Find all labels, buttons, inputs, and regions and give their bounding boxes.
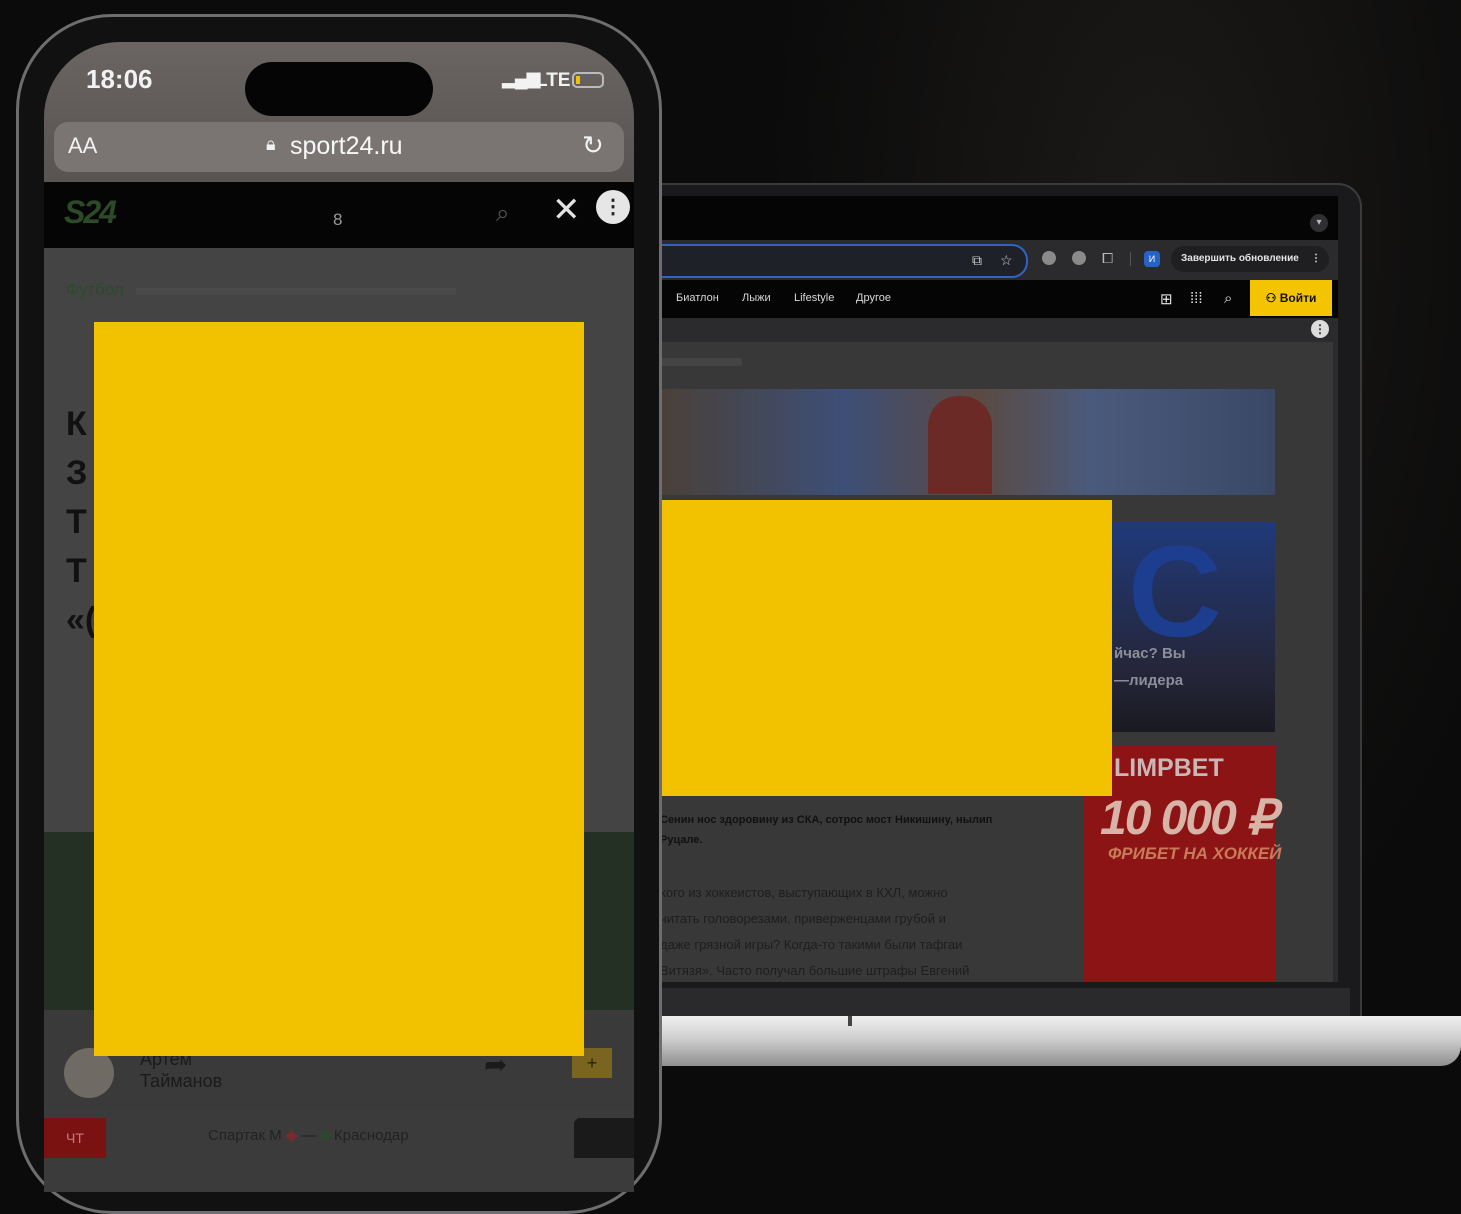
battery-icon bbox=[572, 72, 604, 88]
team-crest-icon: ■ bbox=[320, 1127, 330, 1144]
ad-amount: 10 000 ₽ bbox=[1100, 792, 1277, 845]
install-app-icon[interactable]: ⧉ bbox=[972, 252, 982, 269]
site-logo[interactable]: S24 bbox=[64, 194, 117, 231]
address-bar[interactable]: ⧉ ☆ bbox=[628, 244, 1028, 278]
reload-icon[interactable]: ↻ bbox=[582, 130, 604, 161]
notification-counter: 8 bbox=[333, 210, 343, 229]
nav-item-biathlon[interactable]: Биатлон bbox=[676, 292, 719, 304]
day-badge: ЧТ bbox=[44, 1118, 106, 1158]
body-line: даже грязной игры? Когда-то такими были … bbox=[660, 937, 963, 952]
headline-line: К bbox=[66, 405, 87, 443]
ad-brand: LIMPBET bbox=[1114, 754, 1224, 782]
nav-item-skiing[interactable]: Лыжи bbox=[742, 292, 771, 304]
site-nav: Биатлон Лыжи Lifestyle Другое ⊞ ⁞⁞⁞ ⌕ bbox=[628, 280, 1338, 318]
status-bar: 18:06 ▂▄▆ LTE AA 🔒︎ sport24.ru ↻ bbox=[44, 42, 634, 182]
headline-line: «( bbox=[66, 601, 97, 639]
nav-item-other[interactable]: Другое bbox=[856, 292, 891, 304]
signal-icon: ▂▄▆ bbox=[502, 68, 540, 88]
site-header: S24 8 ⌕ ✕ bbox=[44, 182, 634, 248]
body-line: Витязя». Часто получал большие штрафы Ев… bbox=[660, 963, 970, 978]
apps-grid-icon[interactable]: ⁞⁞⁞ bbox=[1190, 290, 1203, 307]
article-body: кого из хоккеистов, выступающих в КХЛ, м… bbox=[660, 880, 1070, 982]
lead-line: Сенин нос здоровину из СКА, сотрос мост … bbox=[660, 814, 993, 826]
redaction-block bbox=[660, 500, 1112, 796]
status-time: 18:06 bbox=[86, 64, 153, 94]
extension-icon[interactable] bbox=[1042, 251, 1056, 265]
nav-item-lifestyle[interactable]: Lifestyle bbox=[794, 292, 834, 304]
overlay-menu-icon[interactable]: ⋮ bbox=[596, 190, 630, 224]
body-line: кого из хоккеистов, выступающих в КХЛ, м… bbox=[660, 885, 948, 900]
extension-icon-2[interactable] bbox=[1072, 251, 1086, 265]
laptop-hinge-notch bbox=[848, 1016, 852, 1026]
browser-menu-icon[interactable]: ⋮ bbox=[1311, 246, 1321, 272]
extensions-puzzle-icon[interactable]: ⧠ bbox=[1102, 251, 1116, 265]
lead-line: Руцале. bbox=[660, 834, 703, 846]
ad-subtitle: ФРИБЕТ НА ХОККЕЙ bbox=[1108, 844, 1282, 863]
away-team: Краснодар bbox=[333, 1127, 409, 1144]
author-last-name: Тайманов bbox=[140, 1071, 223, 1091]
laptop-screen: ▾ ⧉ ☆ ⧠ И Завершить обновление ⋮ Биатлон… bbox=[628, 196, 1338, 982]
toolbar-divider bbox=[1130, 252, 1131, 266]
login-button[interactable]: ⚇ Войти bbox=[1250, 280, 1332, 316]
redaction-block bbox=[94, 322, 584, 1056]
close-icon[interactable]: ✕ bbox=[552, 190, 581, 230]
user-icon: ⚇ bbox=[1265, 291, 1277, 305]
article-headline: К З Т Т «( bbox=[66, 400, 96, 645]
lock-icon: 🔒︎ bbox=[266, 134, 276, 154]
search-icon[interactable]: ⌕ bbox=[1224, 290, 1232, 307]
url-bar[interactable]: AA 🔒︎ sport24.ru ↻ bbox=[54, 122, 624, 172]
headline-line: Т bbox=[66, 552, 87, 590]
url-text[interactable]: sport24.ru bbox=[290, 132, 403, 161]
hero-player-figure bbox=[928, 396, 992, 494]
gift-icon[interactable]: ⊞ bbox=[1160, 290, 1173, 308]
breadcrumb bbox=[662, 358, 742, 366]
login-label: Войти bbox=[1279, 291, 1317, 305]
chat-button[interactable] bbox=[574, 1118, 634, 1158]
match-teams[interactable]: Спартак М ◆ — ■ Краснодар bbox=[208, 1126, 409, 1144]
promo-text-line: —лидера bbox=[1114, 672, 1184, 689]
finish-update-label: Завершить обновление bbox=[1181, 253, 1299, 264]
breadcrumb-line bbox=[136, 288, 456, 295]
bookmark-star-icon[interactable]: ☆ bbox=[1000, 252, 1013, 269]
match-separator: — bbox=[301, 1127, 317, 1144]
phone-screen: 18:06 ▂▄▆ LTE AA 🔒︎ sport24.ru ↻ S24 8 ⌕… bbox=[44, 42, 634, 1192]
headline-line: З bbox=[66, 454, 88, 492]
finish-update-button[interactable]: Завершить обновление ⋮ bbox=[1171, 246, 1329, 272]
laptop-base bbox=[600, 1016, 1461, 1066]
article-lead: Сенин нос здоровину из СКА, сотрос мост … bbox=[660, 810, 1070, 850]
promo-text: йчас? Вы —лидера bbox=[1114, 640, 1186, 694]
team-crest-icon: ◆ bbox=[285, 1127, 298, 1144]
profile-avatar[interactable]: И bbox=[1144, 251, 1160, 267]
laptop-chin bbox=[628, 988, 1350, 1016]
search-icon[interactable]: ⌕ bbox=[496, 200, 509, 228]
home-team: Спартак М bbox=[208, 1127, 282, 1144]
body-line: читать головорезами, приверженцами грубо… bbox=[660, 911, 946, 926]
breadcrumb[interactable]: Футбол bbox=[66, 280, 124, 300]
headline-line: Т bbox=[66, 503, 87, 541]
promo-text-line: йчас? Вы bbox=[1114, 645, 1186, 662]
browser-tab-strip: ▾ bbox=[628, 196, 1338, 240]
dynamic-island bbox=[245, 62, 433, 116]
text-size-button[interactable]: AA bbox=[68, 133, 97, 159]
tab-search-chevron-icon[interactable]: ▾ bbox=[1310, 214, 1328, 232]
live-score-bar bbox=[44, 1110, 634, 1192]
overlay-menu-icon[interactable]: ⋮ bbox=[1311, 320, 1329, 338]
network-type: LTE bbox=[536, 70, 571, 91]
